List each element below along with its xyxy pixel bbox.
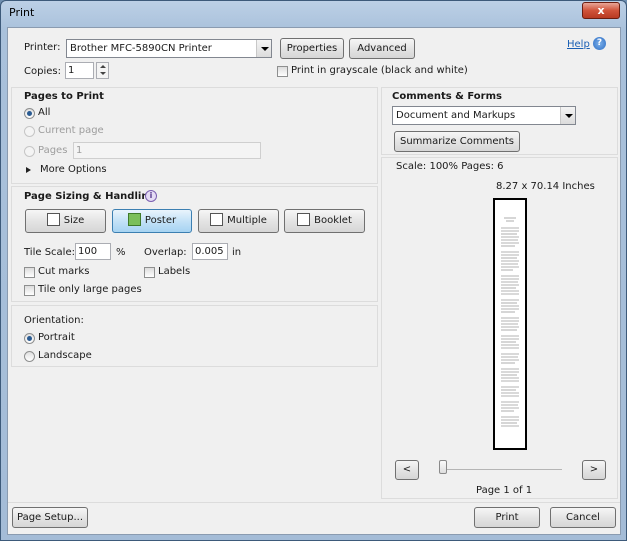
overlap-label: Overlap: [144,247,187,258]
print-dialog: Print x Printer: Brother MFC-5890CN Prin… [0,0,627,541]
cut-marks-label: Cut marks [38,266,90,277]
dimensions-text: 8.27 x 70.14 Inches [496,181,595,192]
comments-forms-group: Comments & Forms Document and Markups Su… [381,87,618,155]
multiple-button[interactable]: Multiple [198,209,279,233]
poster-button[interactable]: Poster [112,209,192,233]
footer-divider [8,502,620,503]
comments-select[interactable]: Document and Markups [392,106,576,125]
cut-marks-checkbox[interactable] [24,267,35,278]
print-button[interactable]: Print [474,507,540,528]
close-button[interactable]: x [582,2,620,19]
grayscale-checkbox[interactable] [277,66,288,77]
pages-to-print-title: Pages to Print [24,91,104,102]
current-page-radio[interactable] [24,126,35,137]
comments-select-value: Document and Markups [396,110,516,121]
all-radio[interactable] [24,108,35,119]
multiple-button-label: Multiple [227,215,267,226]
scale-text: Scale: 100% Pages: 6 [396,161,504,172]
orientation-group: Orientation: Portrait Landscape [11,305,378,367]
grayscale-label: Print in grayscale (black and white) [291,65,468,76]
more-options-link[interactable]: More Options [40,164,107,175]
title-bar[interactable]: Print x [1,1,626,25]
copies-input[interactable]: 1 [65,62,94,79]
labels-label: Labels [158,266,191,277]
labels-checkbox[interactable] [144,267,155,278]
tile-large-checkbox[interactable] [24,285,35,296]
help-link[interactable]: Help [567,39,590,50]
chevron-down-icon[interactable] [256,40,271,57]
cancel-button[interactable]: Cancel [550,507,616,528]
advanced-button[interactable]: Advanced [349,38,415,59]
pages-radio[interactable] [24,146,35,157]
page-setup-button[interactable]: Page Setup... [12,507,88,528]
page-sizing-title: Page Sizing & Handling [24,191,156,202]
landscape-radio[interactable] [24,351,35,362]
dialog-body: Printer: Brother MFC-5890CN Printer Prop… [7,27,621,535]
stepper-down-icon[interactable] [100,72,106,75]
pages-to-print-group: Pages to Print All Current page Pages 1 … [11,87,378,184]
page-indicator: Page 1 of 1 [476,485,533,496]
portrait-radio[interactable] [24,333,35,344]
copies-stepper[interactable] [96,62,109,79]
previous-page-button[interactable]: < [395,460,419,480]
chevron-down-icon[interactable] [560,107,575,124]
printer-label: Printer: [24,42,61,53]
page-sizing-group: Page Sizing & Handling i Size Poster Mul… [11,186,378,302]
booklet-icon [297,213,311,226]
poster-button-label: Poster [144,215,177,226]
booklet-button-label: Booklet [314,215,352,226]
help-icon[interactable]: ? [593,37,606,50]
page-slider-thumb[interactable] [439,460,447,474]
info-icon[interactable]: i [145,190,157,202]
current-page-label: Current page [38,125,104,136]
portrait-label: Portrait [38,332,75,343]
booklet-button[interactable]: Booklet [284,209,365,233]
percent-label: % [116,247,126,258]
all-label: All [38,107,51,118]
preview-text-lines [501,217,519,427]
copies-label: Copies: [24,66,61,77]
poster-icon [127,213,141,226]
preview-group: Scale: 100% Pages: 6 8.27 x 70.14 Inches [381,157,618,499]
expand-triangle-icon[interactable] [26,167,31,173]
printer-select-value: Brother MFC-5890CN Printer [70,43,212,54]
properties-button[interactable]: Properties [280,38,344,59]
tile-scale-label: Tile Scale: [24,247,75,258]
next-page-button[interactable]: > [582,460,606,480]
comments-forms-title: Comments & Forms [392,91,502,102]
size-button-label: Size [63,215,85,226]
pages-input[interactable]: 1 [73,142,261,159]
size-button[interactable]: Size [25,209,106,233]
stepper-up-icon[interactable] [100,65,106,68]
page-preview [493,198,527,450]
size-icon [46,213,60,226]
pages-label: Pages [38,145,68,156]
printer-select[interactable]: Brother MFC-5890CN Printer [66,39,272,58]
orientation-title: Orientation: [24,315,84,326]
multiple-icon [210,213,224,226]
overlap-input[interactable]: 0.005 [192,243,228,260]
overlap-unit-label: in [232,247,242,258]
page-slider-track[interactable] [442,469,562,470]
window-title: Print [9,6,35,19]
landscape-label: Landscape [38,350,92,361]
summarize-comments-button[interactable]: Summarize Comments [394,131,520,152]
tile-large-label: Tile only large pages [38,284,142,295]
tile-scale-input[interactable]: 100 [75,243,111,260]
